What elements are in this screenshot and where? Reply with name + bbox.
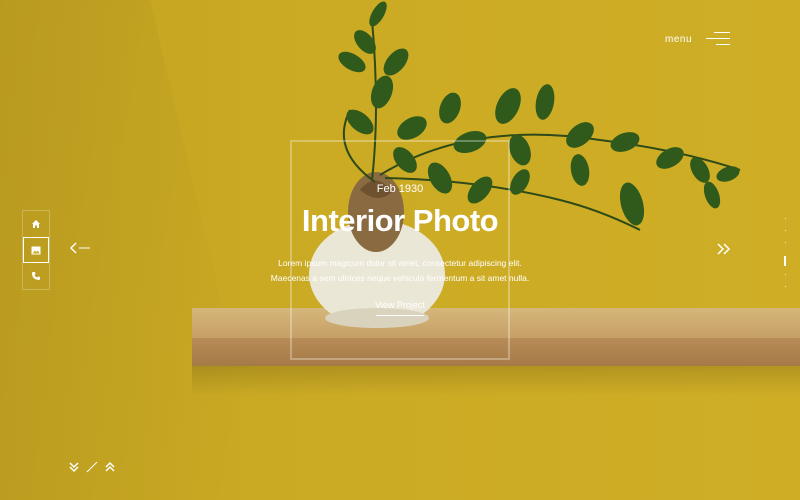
slide-description: Lorem ipsum magicum dolor sit amet, cons… [0, 256, 800, 286]
scroll-down-double-chevron-icon[interactable] [68, 461, 80, 473]
menu-button[interactable]: menu [665, 32, 730, 46]
view-project-link[interactable]: View Project [370, 300, 430, 316]
hamburger-icon [706, 32, 730, 46]
slide-description-line: Lorem ipsum magicum dolor sit amet, cons… [278, 258, 522, 268]
slide-title: Interior Photo [301, 203, 499, 238]
divider-slash [86, 461, 98, 473]
scroll-controls [68, 461, 116, 473]
pagination-dot[interactable] [785, 286, 786, 287]
menu-label: menu [664, 33, 692, 45]
slide-date: Feb 1930 [376, 183, 424, 195]
image-icon [31, 246, 41, 254]
pagination-dot[interactable] [785, 242, 786, 243]
content-frame [290, 140, 510, 360]
next-slide-double-chevron-icon[interactable] [716, 243, 732, 255]
scroll-up-double-chevron-icon[interactable] [104, 461, 116, 473]
slide-description-line: Maecenas a sem ultrices neque vehicula f… [270, 273, 530, 283]
prev-slide-arrow-icon[interactable] [70, 242, 92, 254]
